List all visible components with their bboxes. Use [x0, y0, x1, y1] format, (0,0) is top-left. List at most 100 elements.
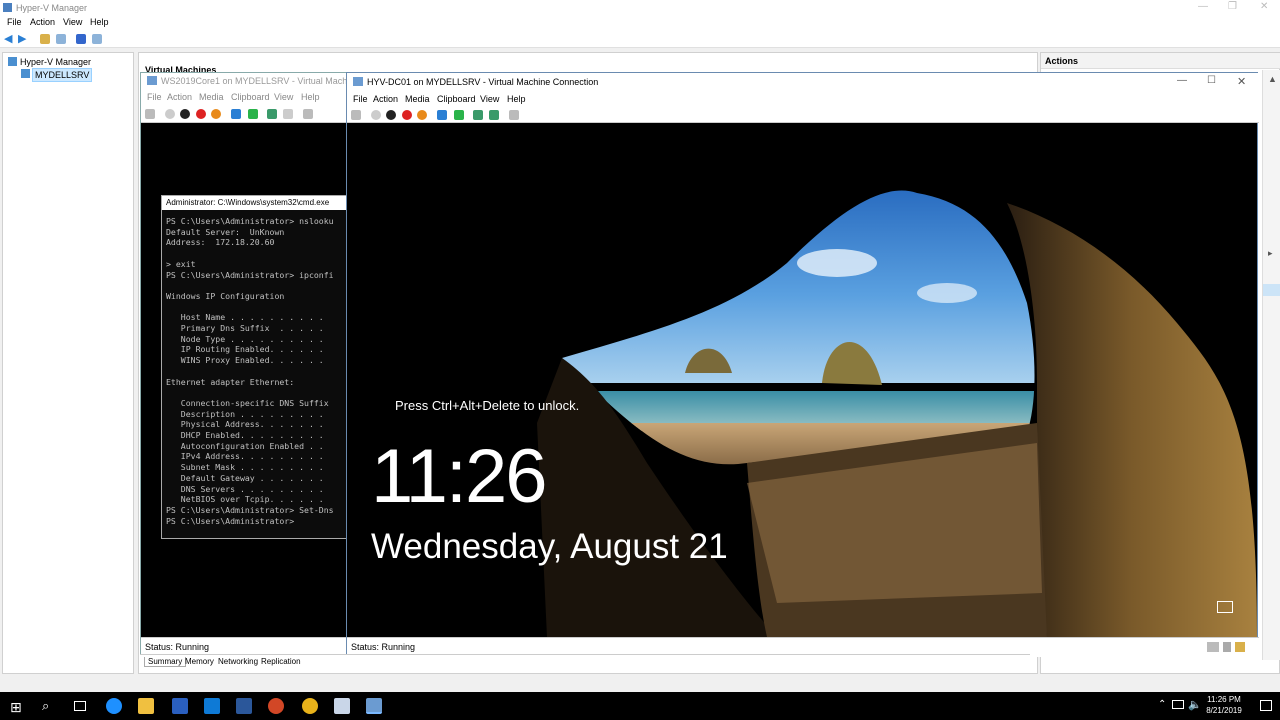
lock-date: Wednesday, August 21: [371, 527, 728, 566]
vm1-title: WS2019Core1 on MYDELLSRV - Virtual Machi…: [161, 76, 347, 86]
unlock-instruction: Press Ctrl+Alt+Delete to unlock.: [395, 398, 580, 413]
file-explorer-icon[interactable]: [138, 698, 154, 714]
shutdown-icon[interactable]: [196, 109, 206, 119]
start-menu-icon[interactable]: ⊞: [10, 699, 22, 716]
vm-connection-window-ws2019core1[interactable]: WS2019Core1 on MYDELLSRV - Virtual Machi…: [140, 72, 350, 655]
shutdown-icon[interactable]: [402, 110, 412, 120]
hyperv-taskbar-icon[interactable]: [366, 698, 382, 714]
tab-memory[interactable]: Memory: [182, 657, 217, 666]
pause-icon[interactable]: [231, 109, 241, 119]
cmd-output: PS C:\Users\Administrator> nslooku Defau…: [166, 216, 334, 526]
tree-root[interactable]: Hyper-V Manager: [20, 57, 91, 67]
lock-clock: 11:26: [371, 434, 548, 519]
menu-file[interactable]: File: [7, 17, 22, 27]
actions-header: Actions: [1041, 53, 1280, 69]
reset-icon[interactable]: [454, 110, 464, 120]
vm2-menu-action[interactable]: Action: [373, 94, 398, 104]
actions-scrollbar[interactable]: ▲ ▸: [1262, 70, 1280, 660]
store-icon[interactable]: [204, 698, 220, 714]
tree-server[interactable]: MYDELLSRV: [32, 68, 93, 82]
checkpoint-icon[interactable]: [473, 110, 483, 120]
menu-view[interactable]: View: [63, 17, 82, 27]
cmd-window[interactable]: Administrator: C:\Windows\system32\cmd.e…: [161, 195, 350, 539]
vm1-menu-file[interactable]: File: [147, 92, 162, 102]
notifications-icon[interactable]: [1260, 700, 1272, 711]
properties-icon[interactable]: [92, 34, 102, 44]
edge-icon[interactable]: [106, 698, 122, 714]
word-icon[interactable]: [236, 698, 252, 714]
vm2-menu-clipboard[interactable]: Clipboard: [437, 94, 476, 104]
minimize-icon[interactable]: —: [1198, 1, 1208, 12]
vm2-menu-view[interactable]: View: [480, 94, 499, 104]
tab-networking[interactable]: Networking: [215, 657, 261, 666]
enhanced-session-icon[interactable]: [303, 109, 313, 119]
vm2-menubar: File Action Media Clipboard View Help: [347, 91, 1259, 107]
scroll-thumb[interactable]: [1263, 284, 1280, 296]
pause-icon[interactable]: [437, 110, 447, 120]
start-icon[interactable]: [165, 109, 175, 119]
lock-icon: [1235, 642, 1245, 652]
search-icon[interactable]: ⌕: [42, 698, 49, 714]
vm2-maximize-icon[interactable]: ☐: [1207, 75, 1216, 86]
chrome-icon[interactable]: [302, 698, 318, 714]
reset-icon[interactable]: [248, 109, 258, 119]
turn-off-icon[interactable]: [180, 109, 190, 119]
ctrl-alt-del-icon[interactable]: [145, 109, 155, 119]
ctrl-alt-del-icon[interactable]: [351, 110, 361, 120]
menu-help[interactable]: Help: [90, 17, 109, 27]
enhanced-session-icon[interactable]: [509, 110, 519, 120]
forward-icon[interactable]: ▶: [18, 32, 26, 45]
menu-action[interactable]: Action: [30, 17, 55, 27]
hyperv-toolbar: ◀ ▶: [0, 30, 1280, 48]
help-icon[interactable]: [76, 34, 86, 44]
show-tree-icon[interactable]: [56, 34, 66, 44]
hyperv-menubar: File Action View Help: [0, 16, 1280, 30]
tab-summary[interactable]: Summary: [144, 657, 187, 667]
hyperv-app-icon: [3, 3, 12, 12]
turn-off-icon[interactable]: [386, 110, 396, 120]
mouse-icon: [1223, 642, 1231, 652]
tray-clock[interactable]: 11:26 PM 8/21/2019: [1196, 694, 1252, 716]
save-icon[interactable]: [417, 110, 427, 120]
vm1-status: Status: Running: [145, 642, 210, 652]
revert-icon[interactable]: [283, 109, 293, 119]
revert-icon[interactable]: [489, 110, 499, 120]
vm2-minimize-icon[interactable]: —: [1177, 75, 1187, 86]
vm1-menu-view[interactable]: View: [274, 92, 293, 102]
folder-up-icon[interactable]: [40, 34, 50, 44]
server-icon: [21, 69, 30, 78]
restore-icon[interactable]: ❐: [1228, 1, 1237, 12]
cmd-titlebar: Administrator: C:\Windows\system32\cmd.e…: [162, 196, 350, 210]
save-icon[interactable]: [211, 109, 221, 119]
tray-chevron-icon[interactable]: ⌃: [1158, 699, 1166, 710]
checkpoint-icon[interactable]: [267, 109, 277, 119]
scroll-up-icon[interactable]: ▲: [1268, 74, 1277, 84]
vm1-titlebar: WS2019Core1 on MYDELLSRV - Virtual Machi…: [141, 73, 349, 89]
lock-screen[interactable]: Press Ctrl+Alt+Delete to unlock. 11:26 W…: [347, 123, 1257, 637]
network-icon[interactable]: [1172, 700, 1184, 709]
close-icon[interactable]: ✕: [1260, 1, 1268, 12]
vm1-menu-action[interactable]: Action: [167, 92, 192, 102]
hyperv-node-icon: [8, 57, 17, 66]
cmd-title: Administrator: C:\Windows\system32\cmd.e…: [166, 198, 330, 207]
network-monitor-icon[interactable]: [1217, 601, 1233, 613]
vm-details-tabs: Summary Memory Networking Replication: [140, 654, 1030, 668]
vm1-toolbar: [141, 105, 349, 123]
powerpoint-icon[interactable]: [268, 698, 284, 714]
server-manager-icon[interactable]: [334, 698, 350, 714]
vm-connection-window-hyv-dc01[interactable]: HYV-DC01 on MYDELLSRV - Virtual Machine …: [346, 72, 1259, 657]
task-view-icon[interactable]: [74, 701, 86, 711]
vm2-close-icon[interactable]: ✕: [1237, 75, 1246, 88]
scroll-right-icon[interactable]: ▸: [1268, 248, 1273, 259]
vm2-menu-file[interactable]: File: [353, 94, 368, 104]
vm1-menu-help[interactable]: Help: [301, 92, 320, 102]
vm1-menu-media[interactable]: Media: [199, 92, 224, 102]
back-icon[interactable]: ◀: [4, 32, 12, 45]
powershell-icon[interactable]: [172, 698, 188, 714]
vm2-menu-media[interactable]: Media: [405, 94, 430, 104]
start-icon[interactable]: [371, 110, 381, 120]
vm2-menu-help[interactable]: Help: [507, 94, 526, 104]
vm1-menu-clipboard[interactable]: Clipboard: [231, 92, 270, 102]
tab-replication[interactable]: Replication: [258, 657, 304, 666]
vm1-statusbar: Status: Running: [141, 637, 349, 655]
